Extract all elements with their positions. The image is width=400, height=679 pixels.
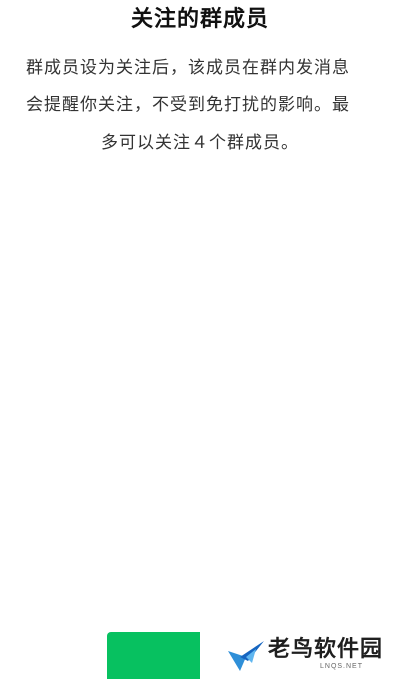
dialog-page: 关注的群成员 群成员设为关注后，该成员在群内发消息 会提醒你关注，不受到免打扰的… xyxy=(0,0,400,679)
watermark-domain: LNQS.NET xyxy=(320,663,364,670)
dialog-description-line-2: 会提醒你关注，不受到免打扰的影响。最 xyxy=(26,95,350,115)
dialog-description-line-1: 群成员设为关注后，该成员在群内发消息 xyxy=(26,58,350,78)
dialog-title: 关注的群成员 xyxy=(130,7,269,32)
watermark: 老鸟软件园 LNQS.NET xyxy=(200,632,400,679)
watermark-brand: 老鸟软件园 xyxy=(268,637,384,662)
bird-logo-icon xyxy=(228,641,264,671)
dialog-description-line-3: 多可以关注４个群成员。 xyxy=(101,133,299,153)
